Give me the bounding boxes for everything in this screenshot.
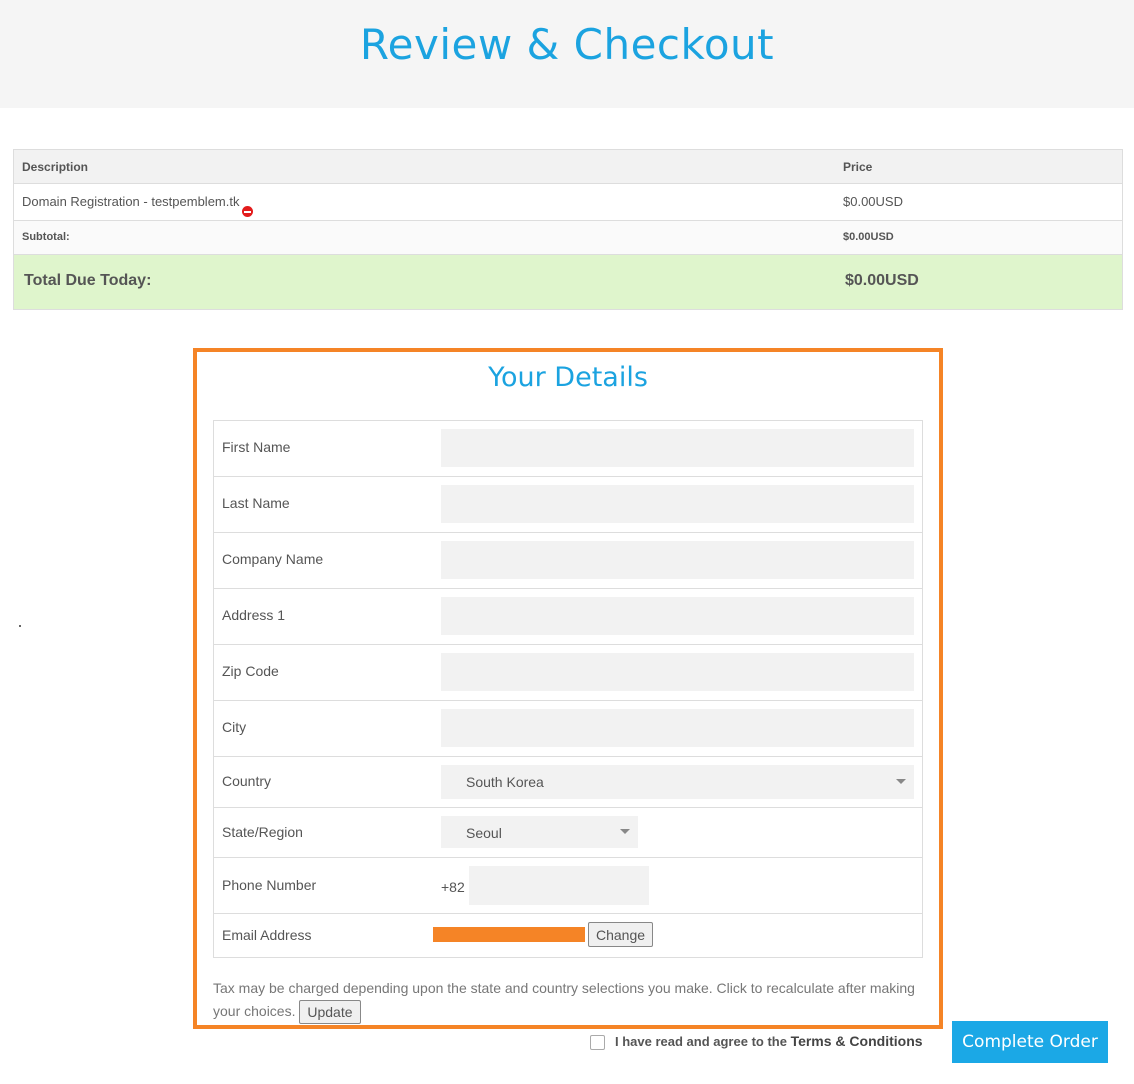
cart-header-row: Description Price: [14, 150, 1122, 184]
phone-country-code: +82: [441, 879, 465, 895]
email-label: Email Address: [222, 927, 312, 943]
item-description: Domain Registration - testpemblem.tk: [22, 194, 240, 209]
complete-order-button[interactable]: Complete Order: [952, 1021, 1108, 1063]
company-name-label: Company Name: [222, 551, 324, 567]
chevron-down-icon: [620, 829, 630, 834]
address1-input[interactable]: [441, 597, 914, 635]
total-row: Total Due Today: $0.00USD: [14, 255, 1122, 309]
change-email-button[interactable]: Change: [588, 922, 654, 947]
phone-row: Phone Number +82: [214, 858, 922, 914]
total-value: $0.00USD: [845, 272, 919, 289]
item-price: $0.00USD: [843, 194, 903, 209]
subtotal-label: Subtotal:: [22, 231, 70, 243]
update-button[interactable]: Update: [299, 1000, 361, 1025]
state-row: State/Region Seoul: [214, 808, 922, 858]
details-form: First Name Last Name Company Name Addres…: [213, 420, 923, 958]
last-name-row: Last Name: [214, 477, 922, 533]
total-label: Total Due Today:: [24, 272, 152, 289]
state-label: State/Region: [222, 824, 303, 840]
email-redaction-bar: [433, 927, 585, 942]
zip-code-label: Zip Code: [222, 663, 279, 679]
agree-text: I have read and agree to the: [615, 1034, 791, 1049]
phone-input[interactable]: [469, 866, 649, 905]
cart-item-row: Domain Registration - testpemblem.tk $0.…: [14, 184, 1122, 221]
agree-terms-label: I have read and agree to the Terms & Con…: [615, 1033, 923, 1049]
price-header: Price: [843, 160, 873, 174]
item-description-cell: Domain Registration - testpemblem.tk: [22, 194, 254, 217]
address1-label: Address 1: [222, 607, 286, 623]
chevron-down-icon: [896, 779, 906, 784]
zip-code-row: Zip Code: [214, 645, 922, 701]
country-label: Country: [222, 773, 272, 789]
address1-row: Address 1: [214, 589, 922, 645]
page-title: Review & Checkout: [359, 20, 775, 69]
tax-note: Tax may be charged depending upon the st…: [213, 977, 929, 1025]
terms-link[interactable]: Terms & Conditions: [791, 1033, 923, 1049]
details-title: Your Details: [488, 362, 648, 393]
remove-item-icon[interactable]: [242, 206, 254, 217]
description-header: Description: [22, 160, 89, 174]
email-row: Email Address Change: [214, 914, 922, 957]
company-name-row: Company Name: [214, 533, 922, 589]
country-row: Country South Korea: [214, 757, 922, 808]
state-value: Seoul: [466, 825, 502, 841]
first-name-row: First Name: [214, 421, 922, 477]
country-select[interactable]: South Korea: [441, 765, 914, 799]
phone-label: Phone Number: [222, 877, 317, 893]
page-header: Review & Checkout: [0, 0, 1134, 108]
city-label: City: [222, 719, 247, 735]
state-select[interactable]: Seoul: [441, 816, 638, 848]
stray-dot: [19, 625, 21, 627]
country-value: South Korea: [466, 774, 544, 790]
first-name-label: First Name: [222, 439, 291, 455]
zip-code-input[interactable]: [441, 653, 914, 691]
company-name-input[interactable]: [441, 541, 914, 579]
last-name-input[interactable]: [441, 485, 914, 523]
city-input[interactable]: [441, 709, 914, 747]
last-name-label: Last Name: [222, 495, 290, 511]
subtotal-value: $0.00USD: [843, 231, 894, 243]
terms-checkbox[interactable]: [590, 1035, 605, 1050]
subtotal-row: Subtotal: $0.00USD: [14, 221, 1122, 255]
first-name-input[interactable]: [441, 429, 914, 467]
city-row: City: [214, 701, 922, 757]
cart-summary-table: Description Price Domain Registration - …: [13, 149, 1123, 310]
your-details-panel: Your Details First Name Last Name Compan…: [193, 348, 943, 1029]
